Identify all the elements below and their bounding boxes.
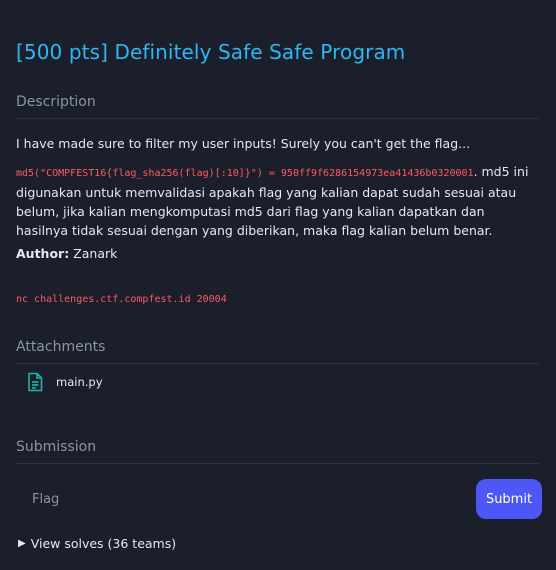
view-solves-label: View solves (36 teams) <box>30 536 177 551</box>
author-label: Author: <box>16 246 70 261</box>
file-icon <box>28 372 43 392</box>
author-line: Author: Zanark <box>16 246 117 261</box>
attachment-link[interactable]: main.py <box>26 372 103 392</box>
description-md5-paragraph: md5("COMPFEST16{flag_sha256(flag)[:10]}"… <box>16 162 540 240</box>
attachments-heading: Attachments <box>16 339 540 364</box>
view-solves-toggle[interactable]: ▶ View solves (36 teams) <box>18 536 176 551</box>
challenge-page: [500 pts] Definitely Safe Safe Program D… <box>0 0 556 570</box>
flag-input[interactable] <box>16 478 468 520</box>
description-heading: Description <box>16 94 540 119</box>
triangle-right-icon: ▶ <box>18 538 26 549</box>
author-name: Zanark <box>69 246 118 261</box>
submit-button[interactable]: Submit <box>476 479 542 519</box>
connection-command: nc challenges.ctf.compfest.id 20004 <box>16 294 227 305</box>
challenge-title: [500 pts] Definitely Safe Safe Program <box>16 40 406 64</box>
description-intro: I have made sure to filter my user input… <box>16 136 471 151</box>
md5-code: md5("COMPFEST16{flag_sha256(flag)[:10]}"… <box>16 168 474 179</box>
attachment-filename: main.py <box>56 375 103 389</box>
submission-heading: Submission <box>16 439 540 464</box>
